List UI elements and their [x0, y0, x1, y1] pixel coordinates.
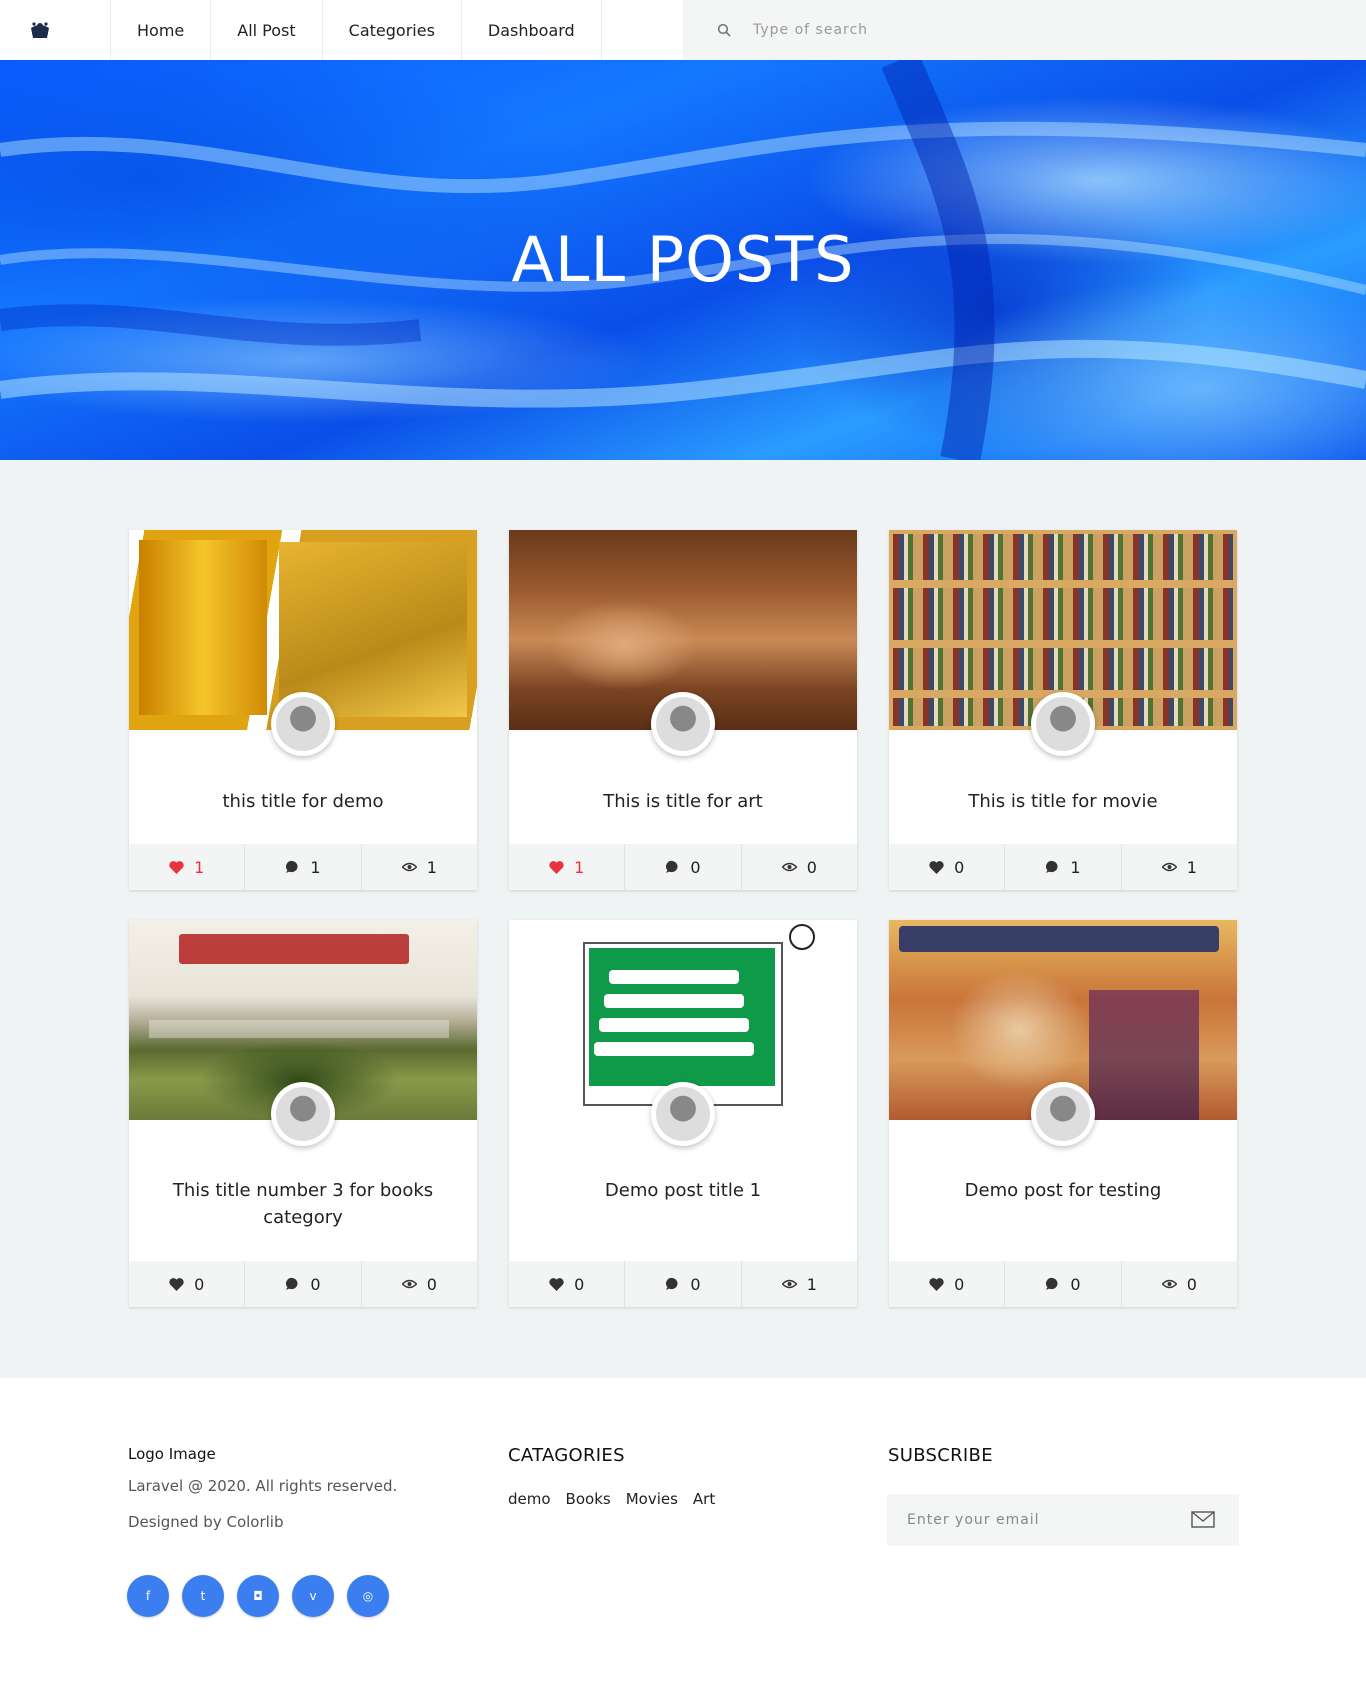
- comment-icon: [1046, 860, 1058, 873]
- hero-banner: ALL POSTS: [0, 60, 1366, 460]
- post-card[interactable]: this title for demo 1 1 1: [129, 530, 477, 890]
- vimeo-icon[interactable]: v: [292, 1575, 334, 1617]
- footer-category-link[interactable]: Art: [693, 1490, 715, 1508]
- twitter-icon[interactable]: t: [182, 1575, 224, 1617]
- eye-icon: [1161, 1279, 1177, 1289]
- heart-icon: [929, 1277, 944, 1291]
- site-logo[interactable]: [0, 0, 110, 60]
- pinterest-icon[interactable]: ◎: [347, 1575, 389, 1617]
- nav-dashboard[interactable]: Dashboard: [460, 0, 602, 60]
- comment-icon: [666, 1277, 678, 1290]
- post-title[interactable]: This is title for art: [529, 788, 837, 815]
- subscribe-form: [887, 1494, 1239, 1546]
- top-navbar: Home All Post Categories Dashboard: [0, 0, 1366, 60]
- comment-icon: [666, 860, 678, 873]
- author-avatar[interactable]: [651, 1082, 715, 1146]
- post-card[interactable]: This is title for movie 0 1 1: [889, 530, 1237, 890]
- like-count[interactable]: 0: [889, 844, 1004, 890]
- author-avatar[interactable]: [1031, 692, 1095, 756]
- nav-home[interactable]: Home: [110, 0, 210, 60]
- like-count[interactable]: 1: [129, 844, 244, 890]
- post-stats: 1 1 1: [129, 844, 477, 890]
- envelope-icon[interactable]: [1191, 1511, 1215, 1528]
- footer-categories: CATAGORIES demo Books Movies Art: [508, 1445, 715, 1508]
- footer-designed-by: Designed by Colorlib: [128, 1513, 284, 1531]
- post-card[interactable]: Demo post for testing 0 0 0: [889, 920, 1237, 1307]
- comment-icon: [286, 860, 298, 873]
- instagram-icon[interactable]: ◘: [237, 1575, 279, 1617]
- email-field[interactable]: [905, 1511, 1169, 1529]
- view-count: 0: [740, 844, 857, 890]
- footer-subscribe-title: SUBSCRIBE: [888, 1445, 993, 1466]
- post-title[interactable]: Demo post for testing: [909, 1177, 1217, 1204]
- post-stats: 0 1 1: [889, 844, 1237, 890]
- facebook-icon[interactable]: f: [127, 1575, 169, 1617]
- social-links: f t ◘ v ◎: [127, 1575, 389, 1617]
- eye-icon: [401, 1279, 417, 1289]
- nav-categories[interactable]: Categories: [321, 0, 461, 60]
- post-title[interactable]: Demo post title 1: [529, 1177, 837, 1204]
- footer-category-list: demo Books Movies Art: [508, 1490, 715, 1508]
- eye-icon: [781, 862, 797, 872]
- footer-category-link[interactable]: Movies: [626, 1490, 678, 1508]
- comment-count[interactable]: 0: [624, 1261, 740, 1307]
- comment-icon: [286, 1277, 298, 1290]
- main-menu: Home All Post Categories Dashboard: [110, 0, 602, 60]
- comment-icon: [1046, 1277, 1058, 1290]
- logo-icon: [31, 22, 49, 38]
- post-title[interactable]: This is title for movie: [909, 788, 1217, 815]
- heart-icon: [549, 1277, 564, 1291]
- comment-count[interactable]: 1: [1004, 844, 1120, 890]
- post-title[interactable]: this title for demo: [149, 788, 457, 815]
- post-card[interactable]: This title number 3 for books category 0…: [129, 920, 477, 1307]
- eye-icon: [781, 1279, 797, 1289]
- post-card[interactable]: This is title for art 1 0 0: [509, 530, 857, 890]
- heart-icon: [169, 1277, 184, 1291]
- page-title: ALL POSTS: [511, 223, 855, 296]
- author-avatar[interactable]: [1031, 1082, 1095, 1146]
- author-avatar[interactable]: [271, 692, 335, 756]
- eye-icon: [1161, 862, 1177, 872]
- search-icon[interactable]: [717, 23, 731, 37]
- like-count[interactable]: 0: [889, 1261, 1004, 1307]
- posts-grid: this title for demo 1 1 1 This is title …: [0, 460, 1366, 1378]
- comment-count[interactable]: 0: [624, 844, 740, 890]
- footer-category-link[interactable]: demo: [508, 1490, 551, 1508]
- post-stats: 0 0 0: [129, 1261, 477, 1307]
- footer-category-link[interactable]: Books: [566, 1490, 611, 1508]
- like-count[interactable]: 0: [129, 1261, 244, 1307]
- comment-count[interactable]: 0: [1004, 1261, 1120, 1307]
- heart-icon: [549, 860, 564, 874]
- post-title[interactable]: This title number 3 for books category: [149, 1177, 457, 1231]
- site-footer: Logo Image Laravel @ 2020. All rights re…: [0, 1378, 1366, 1689]
- view-count: 1: [360, 844, 477, 890]
- author-avatar[interactable]: [651, 692, 715, 756]
- footer-about: Logo Image Laravel @ 2020. All rights re…: [128, 1445, 397, 1531]
- view-count: 0: [360, 1261, 477, 1307]
- view-count: 1: [740, 1261, 857, 1307]
- footer-categories-title: CATAGORIES: [508, 1445, 625, 1466]
- comment-count[interactable]: 1: [244, 844, 360, 890]
- search-bar: [683, 0, 1366, 60]
- post-stats: 1 0 0: [509, 844, 857, 890]
- comment-count[interactable]: 0: [244, 1261, 360, 1307]
- footer-logo-text: Logo Image: [128, 1445, 216, 1463]
- like-count[interactable]: 1: [509, 844, 624, 890]
- eye-icon: [401, 862, 417, 872]
- post-stats: 0 0 1: [509, 1261, 857, 1307]
- nav-all-post[interactable]: All Post: [210, 0, 321, 60]
- heart-icon: [169, 860, 184, 874]
- view-count: 1: [1120, 844, 1237, 890]
- footer-subscribe: SUBSCRIBE: [888, 1445, 993, 1466]
- post-card[interactable]: Demo post title 1 0 0 1: [509, 920, 857, 1307]
- footer-copyright: Laravel @ 2020. All rights reserved.: [128, 1477, 398, 1495]
- heart-icon: [929, 860, 944, 874]
- search-input[interactable]: [751, 21, 1155, 39]
- view-count: 0: [1120, 1261, 1237, 1307]
- post-stats: 0 0 0: [889, 1261, 1237, 1307]
- like-count[interactable]: 0: [509, 1261, 624, 1307]
- author-avatar[interactable]: [271, 1082, 335, 1146]
